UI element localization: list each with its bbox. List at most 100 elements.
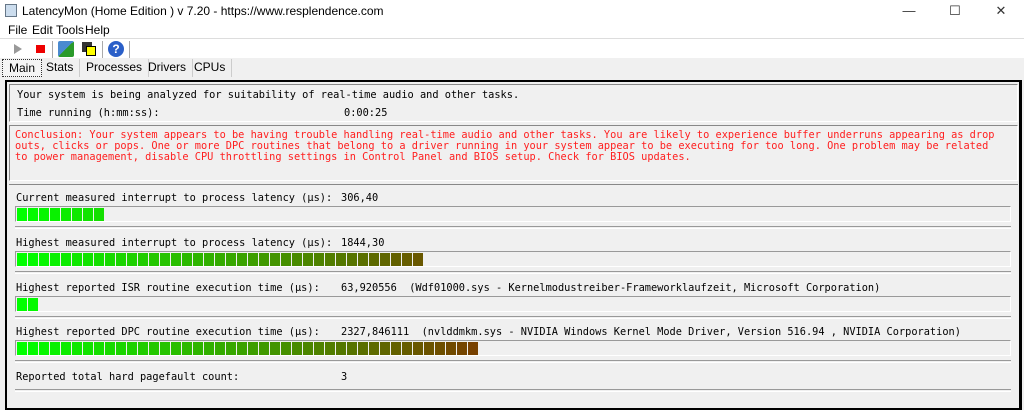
meter-segment (270, 253, 280, 266)
meter-segment (248, 253, 258, 266)
help-icon[interactable]: ? (108, 41, 124, 57)
metric-label: Reported total hard pagefault count: (16, 371, 240, 383)
metric-value: 1844,30 (341, 237, 385, 249)
metric-value: 2327,846111 (nvlddmkm.sys - NVIDIA Windo… (341, 326, 961, 338)
close-button[interactable]: ✕ (978, 0, 1024, 22)
meter-segment (83, 253, 93, 266)
tab-cpus[interactable]: CPUs (188, 59, 233, 77)
meter-segment (402, 342, 412, 355)
meter-segment (160, 253, 170, 266)
meter-segment (259, 253, 269, 266)
meter-segment (116, 253, 126, 266)
meter-segment (17, 208, 27, 221)
meter-segment (380, 253, 390, 266)
meter-segment (314, 342, 324, 355)
meter-segment (193, 342, 203, 355)
meter-segment (215, 253, 225, 266)
meter-segment (215, 342, 225, 355)
meter-segment (138, 342, 148, 355)
divider (15, 316, 1011, 319)
meter-segment (28, 253, 38, 266)
meter-segment (28, 208, 38, 221)
metric-value: 3 (341, 371, 348, 383)
meter-segment (358, 253, 368, 266)
meter-segment (446, 342, 456, 355)
metric-label: Current measured interrupt to process la… (16, 192, 333, 204)
meter-segment (369, 253, 379, 266)
meter-segment (72, 342, 82, 355)
meter-segment (193, 253, 203, 266)
tab-processes[interactable]: Processes (80, 59, 150, 77)
meter-segment (380, 342, 390, 355)
meter-segment (237, 342, 247, 355)
divider (15, 226, 1011, 229)
meter-segment (347, 342, 357, 355)
metric-value: 63,920556 (Wdf01000.sys - Kernelmodustre… (341, 282, 881, 294)
meter-segment (369, 342, 379, 355)
meter-segment (61, 208, 71, 221)
maximize-button[interactable]: ☐ (932, 0, 978, 22)
window-title: LatencyMon (Home Edition ) v 7.20 - http… (22, 4, 384, 18)
meter-segment (204, 342, 214, 355)
metrics-section: Current measured interrupt to process la… (7, 82, 1019, 402)
meter-segment (28, 298, 38, 311)
divider (15, 271, 1011, 274)
main-panel: Your system is being analyzed for suitab… (5, 80, 1022, 410)
meter-segment (402, 253, 412, 266)
meter-segment (72, 208, 82, 221)
meter-segment (127, 253, 137, 266)
meter-segment (303, 342, 313, 355)
meter-segment (424, 342, 434, 355)
menu-help[interactable]: Help (85, 23, 110, 37)
meter-segment (94, 342, 104, 355)
divider (15, 389, 1011, 392)
meter-segment (149, 342, 159, 355)
meter-segment (347, 253, 357, 266)
meter-segment (281, 253, 291, 266)
toolbar: ? (0, 38, 1024, 58)
meter-segment (50, 342, 60, 355)
menu-tools[interactable]: Tools (56, 23, 84, 37)
meter-segment (94, 208, 104, 221)
tab-stats[interactable]: Stats (40, 59, 81, 77)
menu-file[interactable]: File (8, 23, 27, 37)
meter-segment (72, 253, 82, 266)
meter-segment (171, 342, 181, 355)
toolbar-separator (52, 41, 53, 58)
meter-segment (336, 342, 346, 355)
meter-segment (116, 342, 126, 355)
meter-segment (226, 253, 236, 266)
meter-segment (314, 253, 324, 266)
analyze-icon[interactable] (58, 41, 74, 57)
meter-segment (292, 253, 302, 266)
minimize-button[interactable]: — (886, 0, 932, 22)
meter-segment (358, 342, 368, 355)
meter-segment (105, 253, 115, 266)
menu-edit[interactable]: Edit (32, 23, 53, 37)
metric-label: Highest measured interrupt to process la… (16, 237, 333, 249)
meter-segment (50, 208, 60, 221)
metric-label: Highest reported DPC routine execution t… (16, 326, 320, 338)
meter-segment (17, 342, 27, 355)
meter-segment (61, 253, 71, 266)
latency-meter (15, 296, 1011, 312)
app-icon (5, 4, 17, 17)
latency-meter (15, 251, 1011, 267)
tab-main[interactable]: Main (2, 59, 43, 77)
meter-segment (259, 342, 269, 355)
meter-segment (237, 253, 247, 266)
meter-segment (468, 342, 478, 355)
meter-segment (160, 342, 170, 355)
meter-segment (83, 208, 93, 221)
stop-icon[interactable] (36, 45, 45, 53)
window-icon[interactable] (82, 42, 96, 56)
meter-segment (83, 342, 93, 355)
meter-segment (171, 253, 181, 266)
title-bar: LatencyMon (Home Edition ) v 7.20 - http… (0, 0, 1024, 22)
meter-segment (325, 253, 335, 266)
meter-segment (39, 253, 49, 266)
play-icon[interactable] (14, 44, 22, 54)
meter-segment (127, 342, 137, 355)
meter-segment (39, 208, 49, 221)
tab-drivers[interactable]: Drivers (142, 59, 193, 77)
